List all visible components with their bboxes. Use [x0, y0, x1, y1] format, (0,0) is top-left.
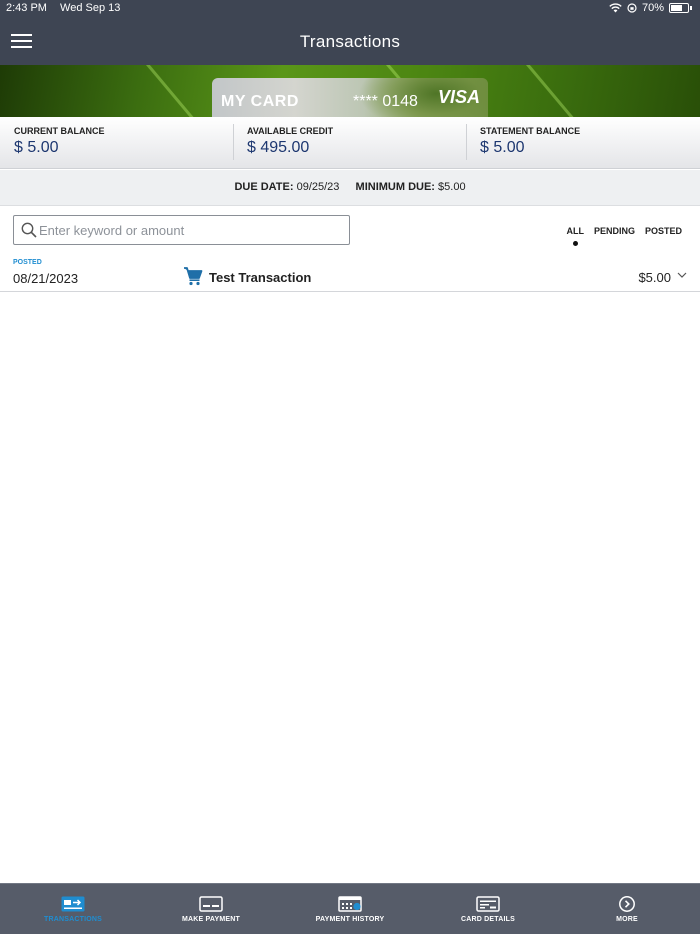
- due-date-row: DUE DATE: 09/25/23 MINIMUM DUE: $5.00: [0, 170, 700, 206]
- current-balance-label: CURRENT BALANCE: [14, 126, 105, 136]
- make-payment-icon: [199, 896, 223, 912]
- balances-row: CURRENT BALANCE $ 5.00 AVAILABLE CREDIT …: [0, 117, 700, 169]
- statement-balance-value: $ 5.00: [480, 139, 525, 156]
- transaction-row[interactable]: POSTED 08/21/2023 Test Transaction $5.00: [0, 255, 700, 292]
- search-input[interactable]: [39, 221, 339, 240]
- minimum-due-label: MINIMUM DUE:: [355, 181, 435, 193]
- payment-history-icon: [338, 896, 362, 912]
- tab-payment-history[interactable]: PAYMENT HISTORY: [280, 884, 420, 934]
- tab-card-details[interactable]: CARD DETAILS: [418, 884, 558, 934]
- status-bar: 2:43 PM Wed Sep 13 70%: [0, 0, 700, 18]
- nav-bar: Transactions: [0, 18, 700, 65]
- card-name: MY CARD: [221, 93, 299, 110]
- battery-icon: [669, 3, 689, 13]
- statement-balance-label: STATEMENT BALANCE: [480, 126, 581, 136]
- tab-label: MORE: [616, 916, 638, 923]
- due-date-value: 09/25/23: [296, 181, 340, 193]
- current-balance-value: $ 5.00: [14, 139, 59, 156]
- tab-transactions[interactable]: TRANSACTIONS: [3, 884, 143, 934]
- minimum-due-value: $5.00: [438, 181, 466, 193]
- tab-bar: TRANSACTIONS MAKE PAYMENT PAYMENT HISTOR…: [0, 883, 700, 934]
- transaction-description: Test Transaction: [209, 270, 312, 285]
- tab-label: TRANSACTIONS: [43, 916, 102, 923]
- tab-label: MAKE PAYMENT: [181, 916, 241, 923]
- orientation-lock-icon: [627, 3, 637, 13]
- transactions-icon: [61, 896, 85, 912]
- divider: [466, 124, 467, 160]
- card-brand-logo: VISA: [437, 87, 480, 107]
- status-time: 2:43 PM: [6, 2, 47, 14]
- tab-label: CARD DETAILS: [461, 916, 515, 923]
- available-credit-value: $ 495.00: [247, 139, 310, 156]
- page-title: Transactions: [299, 32, 401, 51]
- chevron-down-icon[interactable]: [677, 271, 687, 279]
- wifi-icon: [609, 3, 622, 13]
- battery-tip: [690, 6, 692, 10]
- tab-label: PAYMENT HISTORY: [315, 916, 385, 923]
- filter-all[interactable]: ALL: [566, 226, 584, 246]
- card-details-icon: [476, 896, 500, 912]
- search-box[interactable]: [13, 215, 350, 245]
- filter-posted[interactable]: POSTED: [645, 226, 682, 236]
- status-date: Wed Sep 13: [60, 2, 121, 14]
- tab-more[interactable]: MORE: [557, 884, 697, 934]
- card-banner: MY CARD **** 0148 VISA: [0, 65, 700, 117]
- transaction-date: 08/21/2023: [13, 271, 79, 286]
- more-icon: [619, 896, 635, 912]
- card-image[interactable]: MY CARD **** 0148 VISA: [212, 78, 488, 117]
- search-icon: [21, 222, 37, 238]
- transaction-filters: ALL PENDING POSTED: [566, 226, 682, 246]
- divider: [233, 124, 234, 160]
- battery-percent: 70%: [641, 2, 664, 14]
- transaction-amount: $5.00: [638, 270, 671, 285]
- cart-icon: [184, 267, 203, 286]
- due-date-label: DUE DATE:: [234, 181, 294, 193]
- filter-pending[interactable]: PENDING: [594, 226, 635, 236]
- tab-make-payment[interactable]: MAKE PAYMENT: [141, 884, 281, 934]
- card-number: **** 0148: [353, 93, 418, 110]
- transaction-status: POSTED: [13, 259, 42, 266]
- available-credit-label: AVAILABLE CREDIT: [247, 126, 334, 136]
